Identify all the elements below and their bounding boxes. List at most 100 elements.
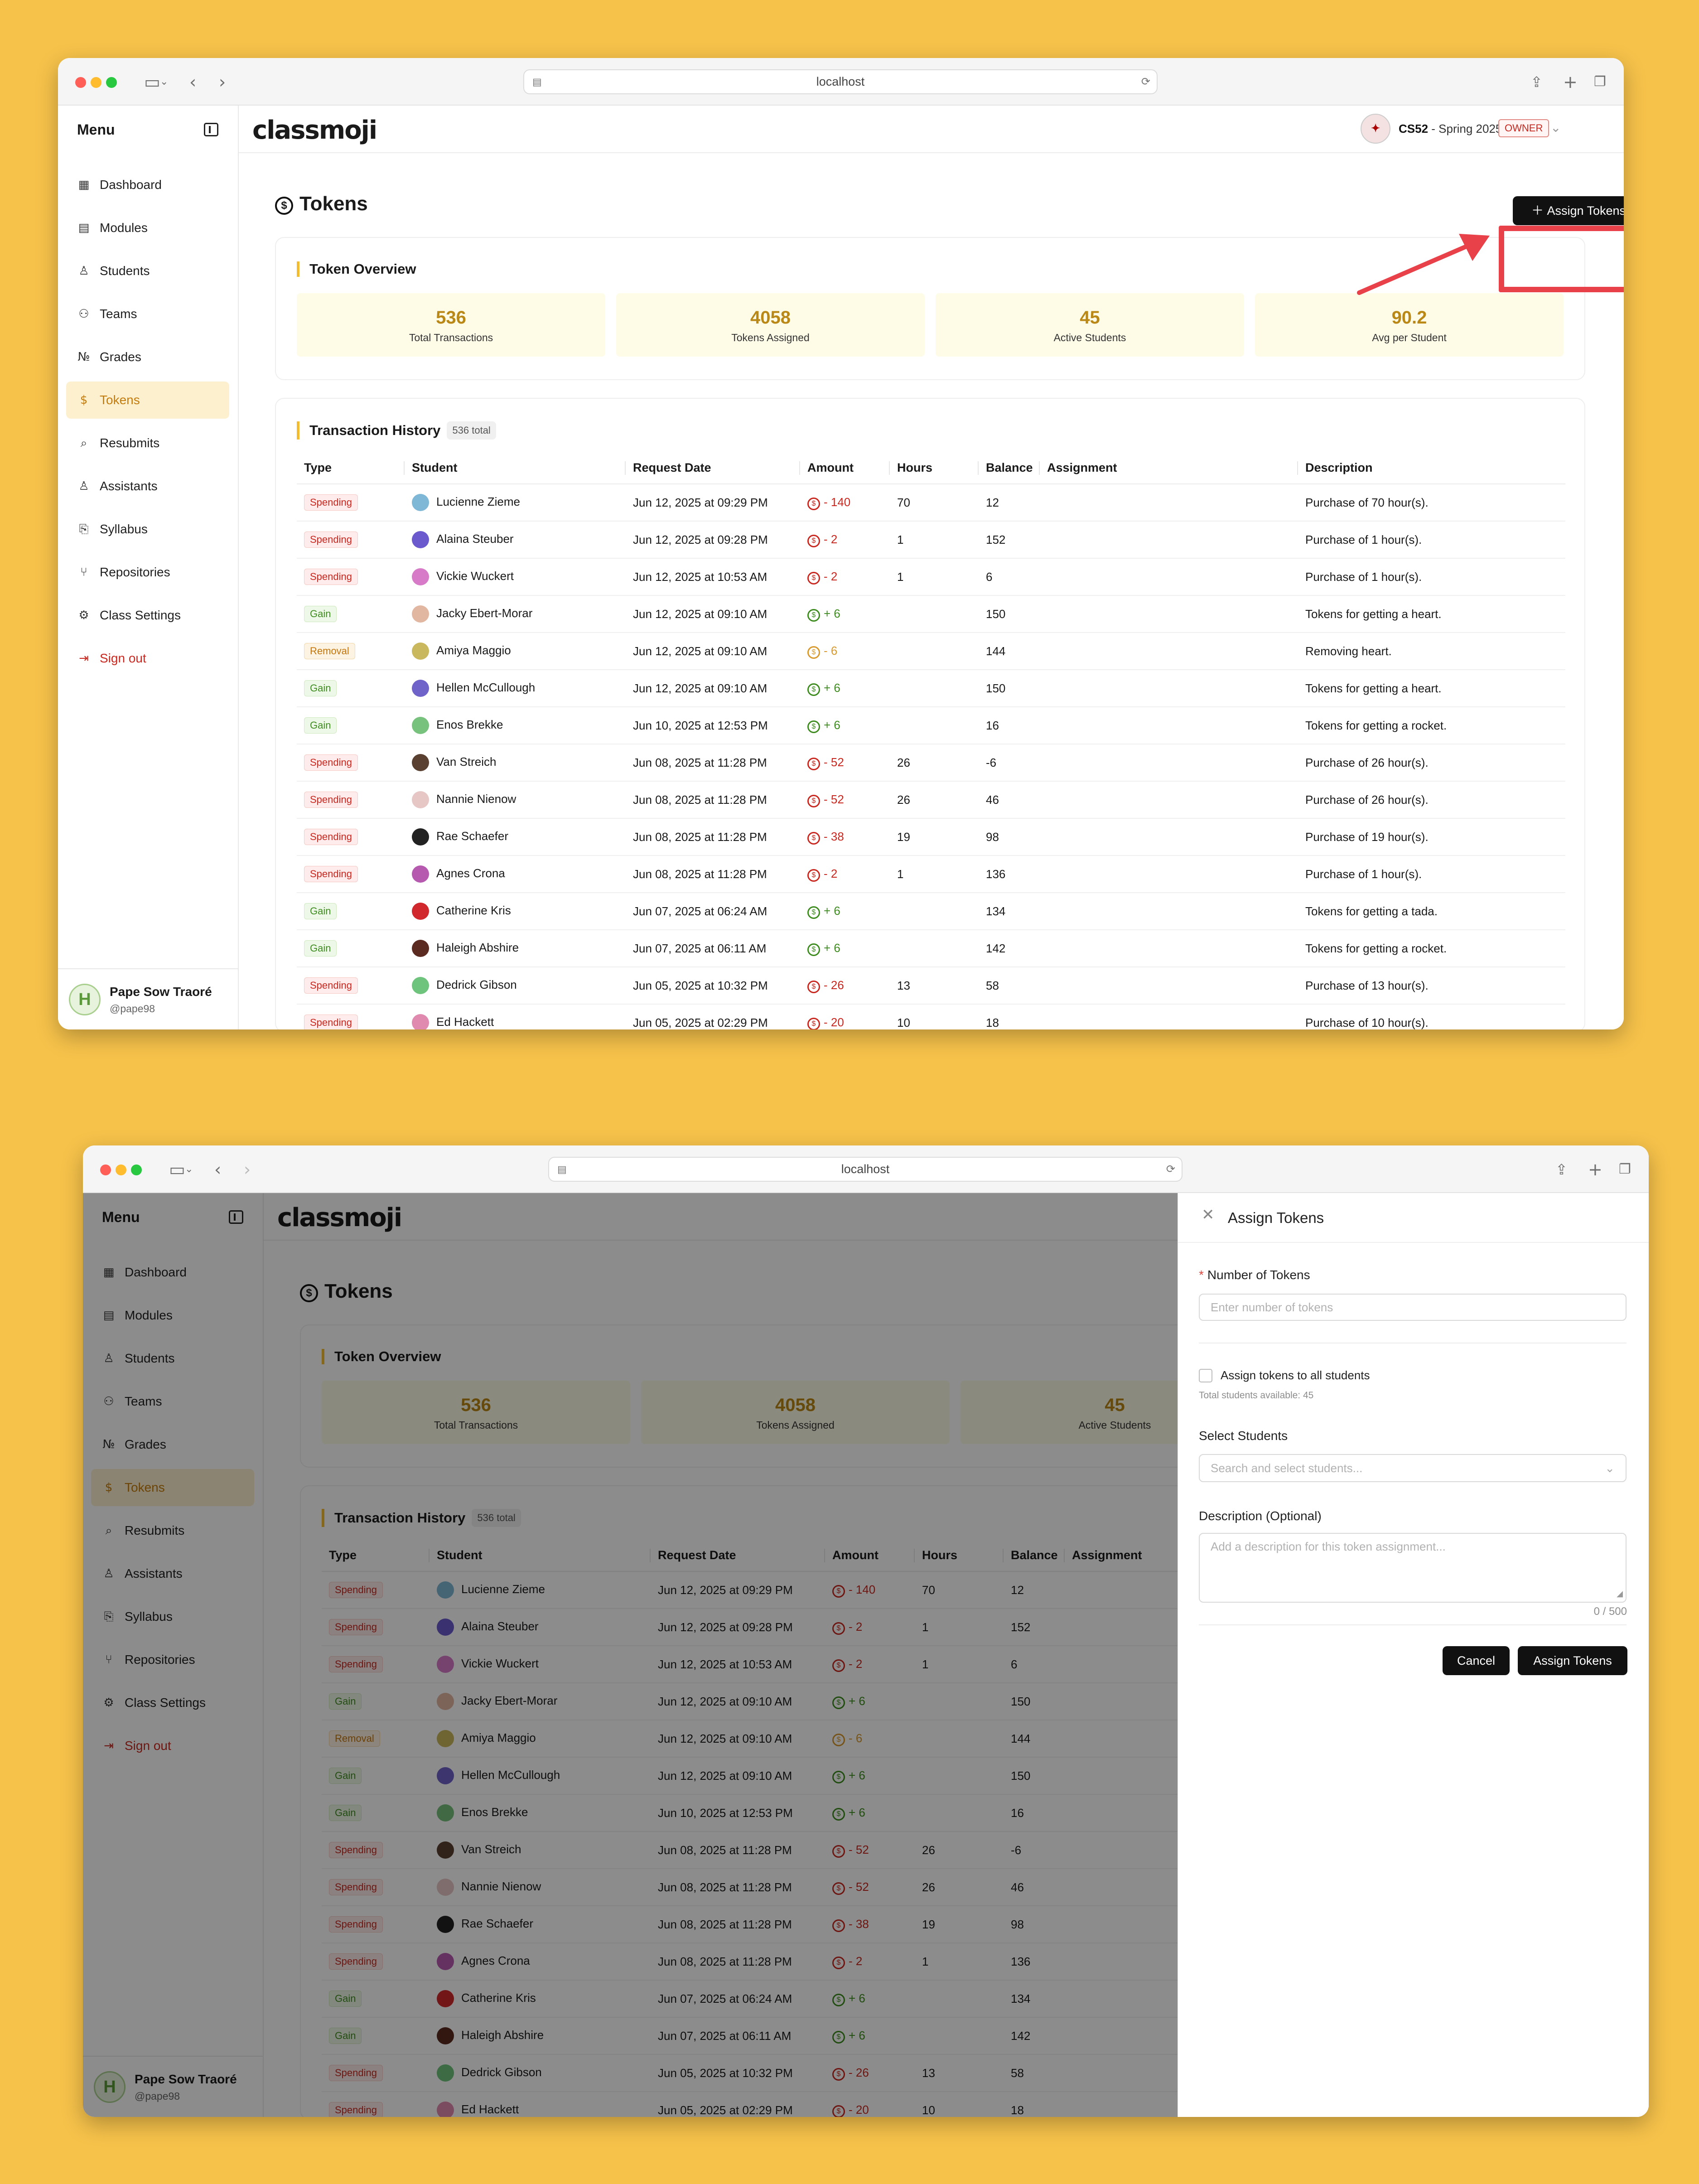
table-row[interactable]: Spending Rae Schaefer Jun 08, 2025 at 11:2… (297, 818, 1565, 856)
new-tab-icon[interactable]: + (1588, 1158, 1602, 1181)
amount-value: - 26 (824, 978, 844, 992)
type-badge: Gain (304, 940, 337, 957)
description-textarea[interactable]: Add a description for this token assignm… (1199, 1533, 1627, 1603)
table-row[interactable]: Removal Amiya Maggio Jun 12, 2025 at 09:10… (297, 633, 1565, 670)
sidebar-toggle-icon[interactable]: ▭ (144, 71, 160, 93)
address-bar[interactable]: ▤ localhost ⟳ (548, 1157, 1183, 1182)
modal-overlay[interactable] (83, 1193, 1178, 2117)
table-row[interactable]: Gain Catherine Kris Jun 07, 2025 at 06:24 … (297, 893, 1565, 930)
col-assignment-header[interactable]: Assignment (1040, 452, 1298, 484)
minimize-window-button[interactable] (116, 1164, 126, 1175)
maximize-window-button[interactable] (106, 77, 117, 88)
student-cell: Haleigh Abshire (405, 930, 626, 967)
app-logo[interactable]: classmoji (252, 116, 377, 145)
select-students-dropdown[interactable]: Search and select students... ⌄ (1199, 1454, 1627, 1482)
chevron-down-icon[interactable]: ⌄ (160, 71, 168, 93)
back-icon[interactable]: ‹ (189, 71, 196, 93)
minimize-window-button[interactable] (91, 77, 101, 88)
cancel-button[interactable]: Cancel (1443, 1646, 1510, 1675)
col-description-header[interactable]: Description (1298, 452, 1565, 484)
table-row[interactable]: Gain Hellen McCullough Jun 12, 2025 at 09:… (297, 670, 1565, 707)
chevron-down-icon[interactable]: ⌄ (1550, 120, 1561, 135)
coin-icon: $ (807, 1017, 820, 1029)
sidebar-item-assistants[interactable]: ♙ Assistants (66, 468, 229, 505)
sidebar-item-repositories[interactable]: ⑂ Repositories (66, 554, 229, 591)
assign-all-checkbox[interactable] (1199, 1369, 1212, 1382)
col-student-header[interactable]: Student (405, 452, 626, 484)
share-icon[interactable]: ⇪ (1555, 1158, 1568, 1181)
share-icon[interactable]: ⇪ (1530, 71, 1543, 93)
maximize-window-button[interactable] (131, 1164, 142, 1175)
sidebar-item-tokens[interactable]: $ Tokens (66, 382, 229, 419)
course-selector[interactable]: CS52 - Spring 2025 (1399, 122, 1502, 136)
sidebar-toggle-icon[interactable]: ▭ (169, 1158, 185, 1181)
col-balance-header[interactable]: Balance (979, 452, 1040, 484)
col-amount-header[interactable]: Amount (800, 452, 890, 484)
reload-icon[interactable]: ⟳ (1141, 70, 1150, 93)
description-cell: Purchase of 19 hour(s). (1298, 818, 1565, 856)
table-row[interactable]: Gain Haleigh Abshire Jun 07, 2025 at 06:11… (297, 930, 1565, 967)
assign-tokens-button[interactable]: ＋ Assign Tokens (1513, 196, 1624, 225)
stat-tokens-assigned: 4058 Tokens Assigned (616, 293, 925, 357)
sidebar-item-dashboard[interactable]: ▦ Dashboard (66, 166, 229, 203)
assignment-cell (1040, 744, 1298, 782)
new-tab-icon[interactable]: + (1563, 71, 1578, 93)
forward-icon[interactable]: › (219, 71, 226, 93)
tabs-overview-icon[interactable]: ❐ (1594, 71, 1606, 93)
sidebar-item-students[interactable]: ♙ Students (66, 252, 229, 290)
sidebar-item-label: Sign out (100, 651, 146, 665)
request-date-cell: Jun 08, 2025 at 11:28 PM (626, 781, 800, 819)
table-row[interactable]: Spending Agnes Crona Jun 08, 2025 at 11:28… (297, 855, 1565, 893)
user-profile[interactable]: H Pape Sow Traoré @pape98 (58, 968, 239, 1029)
amount-cell: $ + 6 (800, 670, 890, 707)
reload-icon[interactable]: ⟳ (1166, 1158, 1175, 1181)
student-avatar (412, 643, 429, 660)
sidebar-item-resubmits[interactable]: ⌕ Resubmits (66, 425, 229, 462)
table-row[interactable]: Gain Jacky Ebert-Morar Jun 12, 2025 at 09:… (297, 595, 1565, 633)
close-icon[interactable]: ✕ (1202, 1206, 1215, 1224)
table-row[interactable]: Spending Vickie Wuckert Jun 12, 2025 at 10… (297, 558, 1565, 596)
stat-label: Active Students (1053, 332, 1126, 343)
sidebar-item-grades[interactable]: № Grades (66, 338, 229, 376)
table-row[interactable]: Spending Van Streich Jun 08, 2025 at 11:28… (297, 744, 1565, 782)
chevron-down-icon[interactable]: ⌄ (185, 1158, 193, 1181)
student-name: Agnes Crona (436, 866, 505, 880)
sidebar-item-modules[interactable]: ▤ Modules (66, 209, 229, 246)
balance-cell: 6 (979, 558, 1040, 596)
sidebar-item-label: Teams (100, 307, 137, 321)
assign-tokens-submit-button[interactable]: Assign Tokens (1518, 1646, 1627, 1675)
col-type-header[interactable]: Type (297, 452, 405, 484)
student-cell: Vickie Wuckert (405, 558, 626, 596)
back-icon[interactable]: ‹ (214, 1158, 221, 1181)
collapse-sidebar-icon[interactable] (204, 123, 218, 136)
address-bar[interactable]: ▤ localhost ⟳ (523, 69, 1158, 94)
type-badge: Spending (304, 494, 358, 511)
table-header-row: Type Student Request Date Amount Hours Balanc… (297, 452, 1565, 484)
student-name: Ed Hackett (436, 1015, 494, 1029)
table-row[interactable]: Spending Lucienne Zieme Jun 12, 2025 at 09… (297, 484, 1565, 522)
sidebar-item-syllabus[interactable]: ⎘ Syllabus (66, 511, 229, 548)
sidebar-item-teams[interactable]: ⚇ Teams (66, 295, 229, 333)
forward-icon[interactable]: › (244, 1158, 251, 1181)
resize-handle-icon[interactable]: ◢ (1617, 1586, 1623, 1601)
assignment-cell (1040, 521, 1298, 559)
column-label: Request Date (633, 461, 711, 474)
col-hours-header[interactable]: Hours (890, 452, 979, 484)
tabs-overview-icon[interactable]: ❐ (1619, 1158, 1631, 1181)
table-row[interactable]: Spending Alaina Steuber Jun 12, 2025 at 09… (297, 521, 1565, 559)
table-row[interactable]: Spending Ed Hackett Jun 05, 2025 at 02:29 … (297, 1004, 1565, 1029)
table-row[interactable]: Gain Enos Brekke Jun 10, 2025 at 12:53 PM $… (297, 707, 1565, 744)
table-row[interactable]: Spending Dedrick Gibson Jun 05, 2025 at 10… (297, 967, 1565, 1005)
url-text: localhost (816, 75, 865, 88)
assign-tokens-label: Assign Tokens (1547, 204, 1624, 217)
sidebar-item-class-settings[interactable]: ⚙ Class Settings (66, 597, 229, 634)
assignment-cell (1040, 967, 1298, 1005)
page-title-text: Tokens (299, 193, 368, 215)
close-window-button[interactable] (100, 1164, 111, 1175)
col-request-date-header[interactable]: Request Date (626, 452, 800, 484)
close-window-button[interactable] (75, 77, 86, 88)
sidebar-item-sign-out[interactable]: ⇥ Sign out (66, 640, 229, 677)
table-row[interactable]: Spending Nannie Nienow Jun 08, 2025 at 11:… (297, 781, 1565, 819)
number-of-tokens-input[interactable]: Enter number of tokens (1199, 1294, 1627, 1321)
student-avatar (412, 828, 429, 846)
